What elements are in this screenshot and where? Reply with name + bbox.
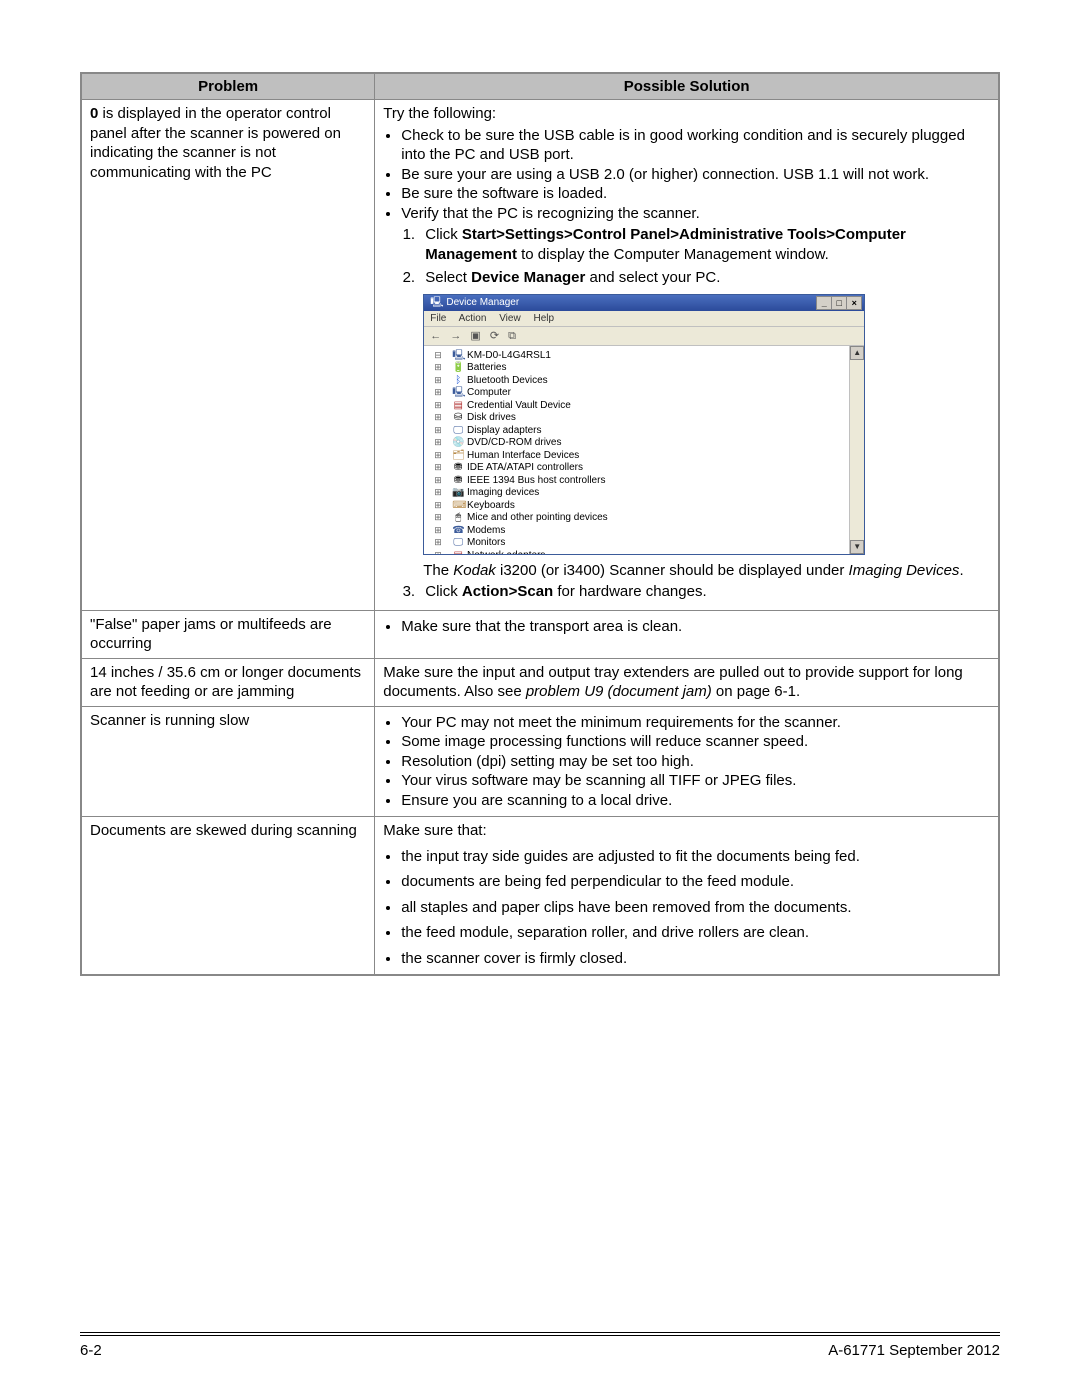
problem-cell-2: 14 inches / 35.6 cm or longer documents … xyxy=(81,658,375,706)
table-header-row: Problem Possible Solution xyxy=(81,73,999,100)
problem-cell-4: Documents are skewed during scanning xyxy=(81,817,375,976)
back-icon: ← xyxy=(430,330,441,342)
window-title-bar: 🖳 Device Manager _□× xyxy=(424,295,864,311)
document-page: Problem Possible Solution 0 is displayed… xyxy=(0,0,1080,1397)
step-1: Click Start>Settings>Control Panel>Admin… xyxy=(419,225,990,264)
solution-cell-4: Make sure that: the input tray side guid… xyxy=(375,817,999,976)
toolbar: ← → ▣ ⟳ ⧉ xyxy=(424,327,864,346)
after-screenshot-text: The Kodak i3200 (or i3400) Scanner shoul… xyxy=(423,561,990,581)
table-row: Scanner is running slow Your PC may not … xyxy=(81,706,999,817)
minimize-icon: _ xyxy=(816,296,832,310)
problem-cell-0: 0 is displayed in the operator control p… xyxy=(81,100,375,611)
table-row: Documents are skewed during scanning Mak… xyxy=(81,817,999,976)
solution-cell-0: Try the following: Check to be sure the … xyxy=(375,100,999,611)
window-controls: _□× xyxy=(817,296,862,310)
col-header-problem: Problem xyxy=(81,73,375,100)
close-icon: × xyxy=(846,296,862,310)
scroll-down-icon: ▼ xyxy=(850,540,864,554)
solution-cell-3: Your PC may not meet the minimum require… xyxy=(375,706,999,817)
maximize-icon: □ xyxy=(831,296,847,310)
problem-cell-1: "False" paper jams or multifeeds are occ… xyxy=(81,610,375,658)
page-footer: 6-2 A-61771 September 2012 xyxy=(80,1332,1000,1359)
page-number: 6-2 xyxy=(80,1342,102,1359)
menu-bar: File Action View Help xyxy=(424,311,864,327)
view-icon: ▣ xyxy=(470,330,480,342)
doc-id-date: A-61771 September 2012 xyxy=(828,1342,1000,1359)
scrollbar: ▲ ▼ xyxy=(849,346,864,554)
step-3: Click Action>Scan for hardware changes. xyxy=(419,582,990,602)
solution-cell-1: Make sure that the transport area is cle… xyxy=(375,610,999,658)
device-manager-screenshot: 🖳 Device Manager _□× File Action View He… xyxy=(423,294,865,555)
scroll-up-icon: ▲ xyxy=(850,346,864,360)
col-header-solution: Possible Solution xyxy=(375,73,999,100)
table-row: 14 inches / 35.6 cm or longer documents … xyxy=(81,658,999,706)
problem-cell-3: Scanner is running slow xyxy=(81,706,375,817)
forward-icon: → xyxy=(450,330,461,342)
properties-icon: ⧉ xyxy=(508,330,516,342)
solution-cell-2: Make sure the input and output tray exte… xyxy=(375,658,999,706)
table-row: 0 is displayed in the operator control p… xyxy=(81,100,999,611)
device-tree: 🖳 KM-D0-L4G4RSL1 🔋 Batteries ᛒ Bluetooth… xyxy=(424,346,864,554)
refresh-icon: ⟳ xyxy=(490,330,499,342)
table-row: "False" paper jams or multifeeds are occ… xyxy=(81,610,999,658)
step-2: Select Device Manager and select your PC… xyxy=(419,268,990,288)
troubleshooting-table: Problem Possible Solution 0 is displayed… xyxy=(80,72,1000,976)
